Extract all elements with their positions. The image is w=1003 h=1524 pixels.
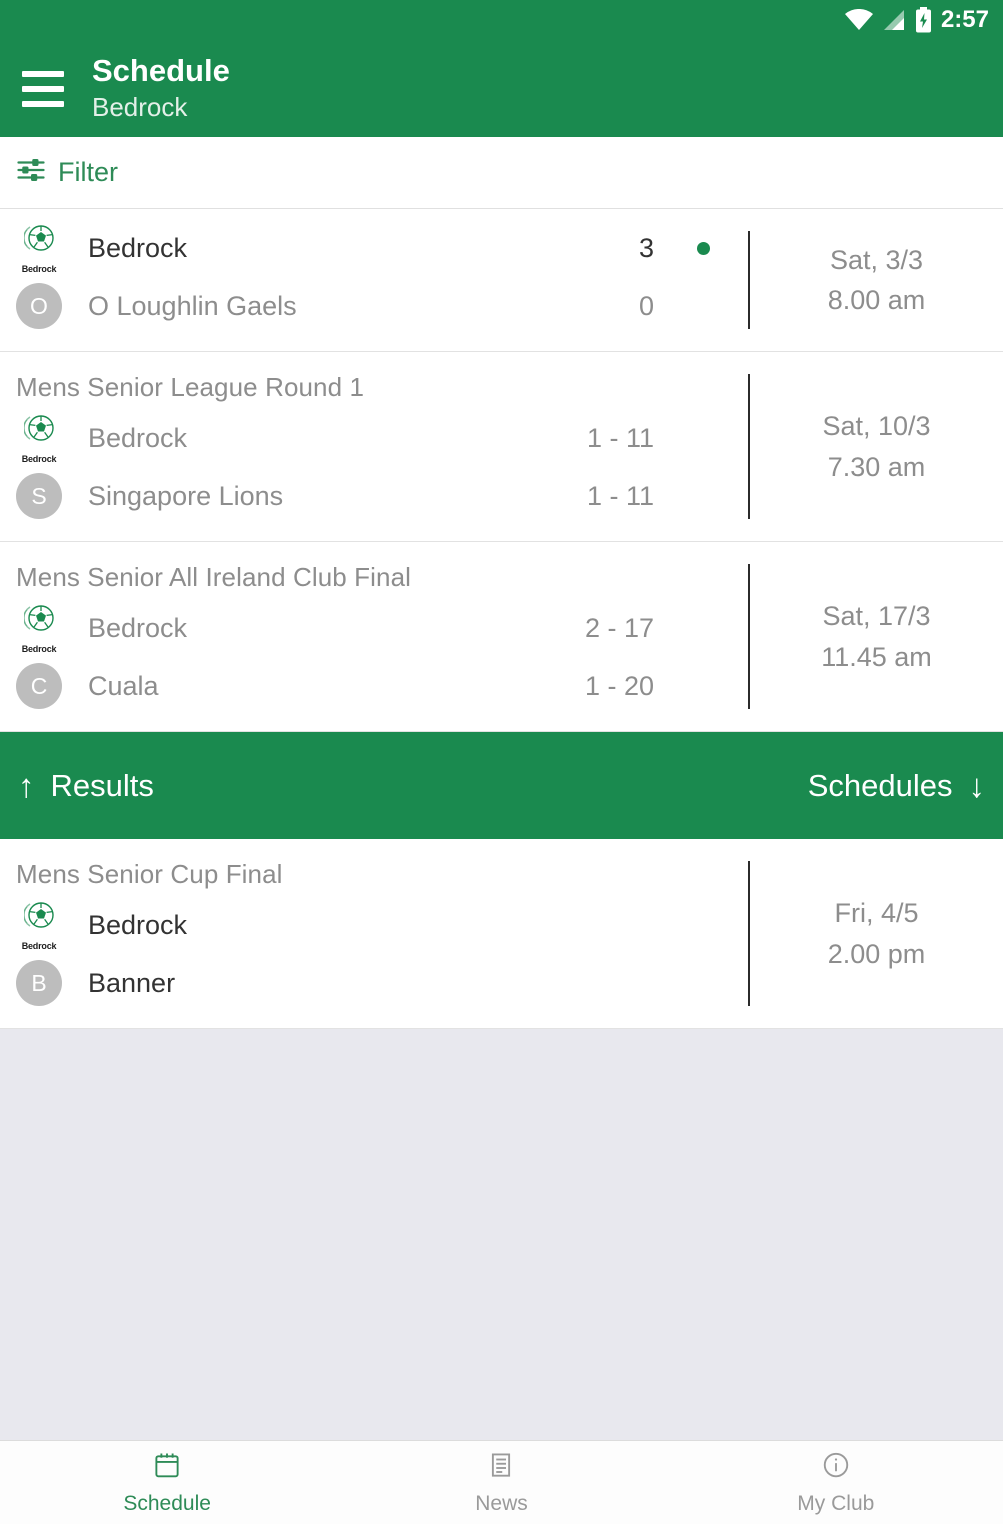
match-date: Fri, 4/5 [834,898,919,928]
status-bar: 2:57 [0,0,1003,40]
page-title: Schedule [92,53,230,89]
team-name: Bedrock [88,232,188,263]
match-card[interactable]: Mens Senior All Ireland Club Final Bedro… [0,542,1003,732]
match-date: Sat, 10/3 [822,411,931,441]
letter-avatar: S [16,473,62,519]
team-row: Bedrock Bedrock 1 - 11 [16,409,748,467]
letter-avatar: B [16,960,62,1006]
team-name: Bedrock [88,422,188,453]
avatar-letter: C [16,663,62,709]
letter-avatar: C [16,663,62,709]
team-row: Bedrock Bedrock 3 [16,219,748,277]
match-datetime: Sat, 10/3 7.30 am [748,374,1003,519]
nav-label-my-club: My Club [797,1491,875,1515]
page-subtitle: Bedrock [92,92,188,123]
status-bar-clock: 2:57 [940,6,989,33]
team-score: 1 - 20 [584,670,654,701]
team-score: 2 - 17 [584,612,654,643]
team-row: O O Loughlin Gaels 0 [16,277,748,335]
nav-label-news: News [475,1491,528,1515]
match-list[interactable]: Bedrock Bedrock 3 O O Loughlin Gaels 0 S… [0,209,1003,1440]
cellular-signal-icon [882,9,906,31]
hamburger-menu-icon[interactable] [16,62,70,116]
battery-charging-icon [915,7,932,33]
match-card[interactable]: Bedrock Bedrock 3 O O Loughlin Gaels 0 S… [0,209,1003,352]
team-row: S Singapore Lions 1 - 11 [16,467,748,525]
bedrock-logo-label: Bedrock [21,264,57,274]
bedrock-logo-label: Bedrock [21,644,57,654]
empty-list-area [0,1029,1003,1440]
team-row: Bedrock Bedrock 2 - 17 [16,599,748,657]
results-label: Results [50,767,154,803]
calendar-icon [152,1450,182,1485]
live-indicator-cell [658,241,748,255]
team-row: C Cuala 1 - 20 [16,657,748,715]
competition-name: Mens Senior League Round 1 [16,372,365,402]
filter-label: Filter [58,157,118,187]
nav-item-my-club[interactable]: My Club [669,1450,1003,1516]
match-datetime: Fri, 4/5 2.00 pm [748,861,1003,1006]
match-datetime: Sat, 17/3 11.45 am [748,564,1003,709]
team-score: 3 [638,232,654,263]
letter-avatar: O [16,283,62,329]
bedrock-logo: Bedrock [16,415,62,464]
article-icon [486,1450,516,1485]
competition-name [16,209,748,219]
team-score: 1 - 11 [586,480,654,511]
team-name: Cuala [88,670,159,701]
match-time: 2.00 pm [827,938,926,969]
results-schedules-toggle-band[interactable]: ↑ Results Schedules ↓ [0,732,1003,839]
info-circle-icon [821,1450,851,1485]
match-time: 7.30 am [827,451,926,482]
match-card[interactable]: Mens Senior League Round 1 Bedrock Bedro… [0,352,1003,542]
team-score: 1 - 11 [586,422,654,453]
team-name: Banner [88,967,176,998]
match-date: Sat, 3/3 [829,244,924,275]
schedules-label: Schedules [807,767,953,803]
app-bar: Schedule Bedrock [0,40,1003,137]
match-time: 8.00 am [827,285,926,315]
team-name: Bedrock [88,909,188,940]
avatar-letter: S [16,473,62,519]
schedules-toggle[interactable]: Schedules ↓ [808,768,985,804]
bedrock-logo-label: Bedrock [21,941,57,951]
team-name: Singapore Lions [88,480,284,511]
results-toggle[interactable]: ↑ Results [18,768,154,804]
app-bar-titles: Schedule Bedrock [92,53,230,123]
team-name: Bedrock [88,612,188,643]
nav-label-schedule: Schedule [123,1491,211,1515]
avatar-letter: B [16,960,62,1006]
arrow-down-icon: ↓ [968,767,986,804]
wifi-icon [844,9,873,31]
nav-item-schedule[interactable]: Schedule [0,1450,334,1516]
arrow-up-icon: ↑ [18,767,35,804]
tune-sliders-icon [16,155,46,190]
match-date: Sat, 17/3 [822,601,931,631]
match-datetime: Sat, 3/3 8.00 am [748,231,1003,329]
nav-item-news[interactable]: News [334,1450,668,1516]
bedrock-logo-label: Bedrock [21,454,57,464]
bedrock-logo: Bedrock [16,225,62,274]
team-row: Bedrock Bedrock [16,896,748,954]
avatar-letter: O [16,283,62,329]
bottom-navigation: Schedule News My Club [0,1440,1003,1524]
bedrock-logo: Bedrock [16,605,62,654]
team-row: B Banner [16,954,748,1012]
competition-name: Mens Senior All Ireland Club Final [16,562,412,592]
app-screen: 2:57 Schedule Bedrock Filter Bedrock Bed… [0,0,1003,1524]
team-name: O Loughlin Gaels [88,290,297,321]
team-score: 0 [638,290,654,321]
live-status-dot [696,241,710,255]
match-card[interactable]: Mens Senior Cup Final Bedrock Bedrock B … [0,839,1003,1029]
match-time: 11.45 am [821,641,932,672]
filter-button[interactable]: Filter [16,155,118,190]
filter-bar: Filter [0,137,1003,209]
bedrock-logo: Bedrock [16,902,62,951]
competition-name: Mens Senior Cup Final [16,859,283,889]
